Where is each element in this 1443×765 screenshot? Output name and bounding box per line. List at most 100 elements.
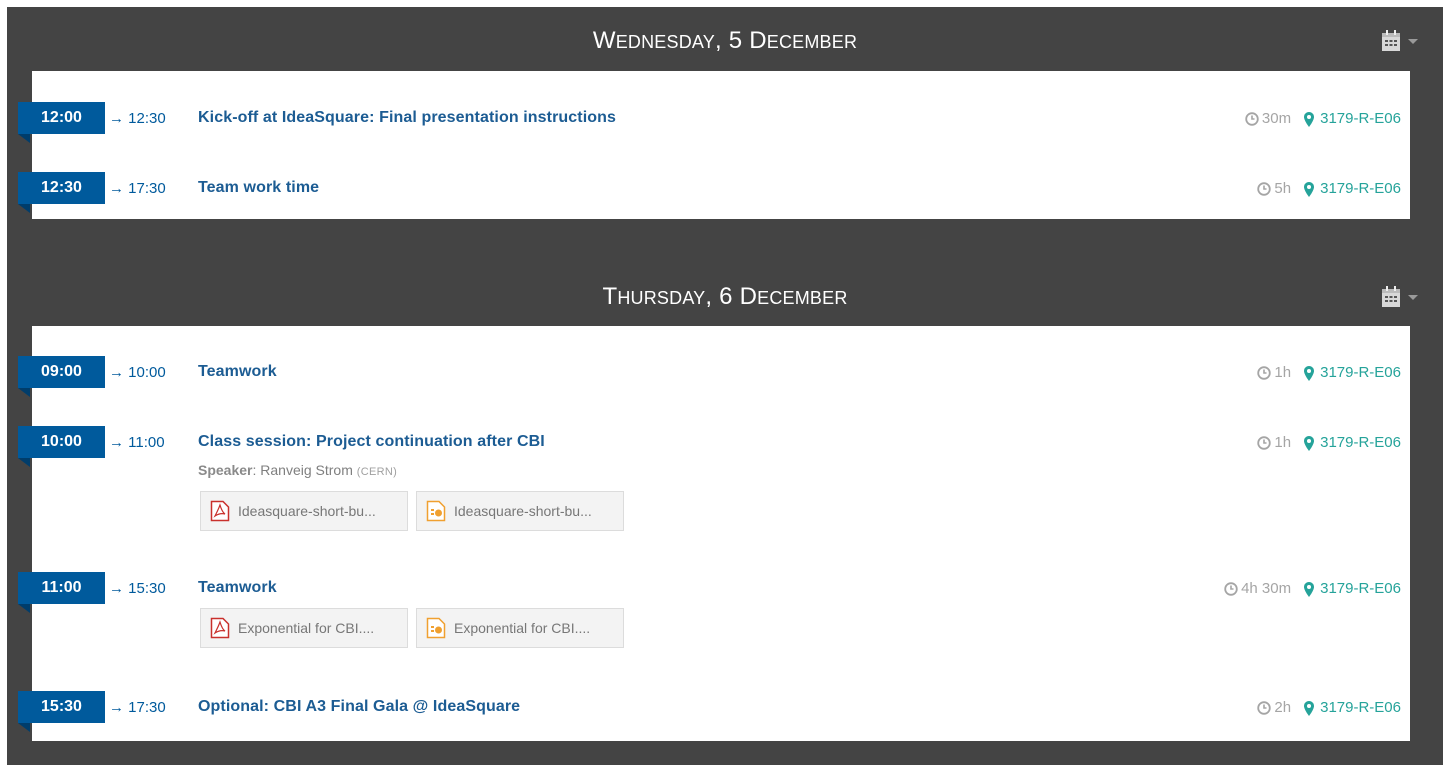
clock-icon [1245, 112, 1259, 126]
attachment-slides[interactable]: Exponential for CBI.... [416, 608, 624, 648]
export-calendar-button[interactable] [1381, 283, 1429, 311]
duration-text: 30m [1261, 110, 1292, 127]
day-header-thursday: THURSDAY, 6 DECEMBER [7, 263, 1443, 327]
export-calendar-button[interactable] [1381, 27, 1429, 55]
attachment-name: Exponential for CBI.... [238, 620, 375, 636]
attachment-list: Exponential for CBI.... Exponential for … [200, 608, 624, 648]
end-time: → 17:30 [109, 699, 166, 716]
entry-title-link[interactable]: Teamwork [198, 578, 277, 598]
location-text: 3179-R-E06 [1320, 580, 1401, 597]
start-time-flag: 11:00 [18, 572, 105, 613]
day-number: 5 [728, 27, 743, 54]
attachment-slides[interactable]: Ideasquare-short-bu... [416, 491, 624, 531]
duration-text: 4h 30m [1241, 580, 1292, 597]
location-text: 3179-R-E06 [1320, 434, 1401, 451]
attachment-pdf[interactable]: Exponential for CBI.... [200, 608, 408, 648]
timetable-entry: 09:00 → 10:00 Teamwork 1h 3179-R-E06 [18, 356, 1410, 406]
month-rest: ECEMBER [766, 32, 858, 52]
entry-title-link[interactable]: Team work time [198, 178, 319, 198]
entry-title-link[interactable]: Kick-off at IdeaSquare: Final presentati… [198, 108, 616, 128]
location-link[interactable]: 3179-R-E06 [1304, 109, 1401, 129]
day-number: 6 [719, 283, 733, 310]
timetable-entry: 12:30 → 17:30 Team work time 5h 3179-R-E… [18, 172, 1410, 222]
entry-meta: 5h 3179-R-E06 [1257, 179, 1401, 199]
duration: 30m [1245, 109, 1291, 129]
location-text: 3179-R-E06 [1320, 110, 1401, 127]
end-time: → 12:30 [109, 110, 166, 127]
end-time: → 11:00 [109, 434, 165, 451]
map-marker-icon [1304, 581, 1315, 597]
day-title: THURSDAY, 6 DECEMBER [602, 283, 848, 310]
attachment-name: Ideasquare-short-bu... [238, 503, 376, 519]
pdf-file-icon [210, 617, 230, 639]
speaker-line: Speaker: Ranveig Strom (CERN) [198, 461, 397, 481]
entry-meta: 2h 3179-R-E06 [1257, 698, 1401, 718]
duration: 5h [1257, 179, 1291, 199]
location-link[interactable]: 3179-R-E06 [1304, 433, 1401, 453]
map-marker-icon [1304, 111, 1315, 127]
day-header-wednesday: WEDNESDAY, 5 DECEMBER [7, 7, 1443, 71]
end-time: → 15:30 [109, 580, 166, 597]
month-initial: D [749, 27, 767, 54]
duration-text: 1h [1274, 434, 1292, 451]
start-time-flag: 12:00 [18, 102, 105, 143]
day-title-initial: W [592, 27, 616, 54]
duration: 4h 30m [1224, 579, 1291, 599]
day-title-rest: EDNESDAY [615, 32, 715, 52]
entry-title-link[interactable]: Optional: CBI A3 Final Gala @ IdeaSquare [198, 697, 520, 717]
duration-text: 2h [1274, 699, 1292, 716]
map-marker-icon [1304, 181, 1315, 197]
speaker-label: Speaker [198, 462, 253, 478]
speaker-affiliation: (CERN) [356, 466, 398, 478]
end-time: → 10:00 [109, 364, 166, 381]
start-time-flag: 12:30 [18, 172, 105, 213]
timetable-entry: 12:00 → 12:30 Kick-off at IdeaSquare: Fi… [18, 102, 1410, 152]
clock-icon [1257, 701, 1272, 715]
day-body-thursday: 09:00 → 10:00 Teamwork 1h 3179-R-E06 10:… [18, 326, 1410, 741]
entry-meta: 30m 3179-R-E06 [1245, 109, 1401, 129]
entry-title-link[interactable]: Teamwork [198, 362, 277, 382]
calendar-icon [1382, 286, 1400, 307]
entry-meta: 4h 30m 3179-R-E06 [1224, 579, 1401, 599]
start-time-flag: 09:00 [18, 356, 105, 397]
timetable-entry: 10:00 → 11:00 Class session: Project con… [18, 426, 1410, 546]
attachment-name: Ideasquare-short-bu... [454, 503, 592, 519]
entry-meta: 1h 3179-R-E06 [1257, 363, 1401, 383]
day-body-wednesday: 12:00 → 12:30 Kick-off at IdeaSquare: Fi… [18, 71, 1410, 222]
attachment-name: Exponential for CBI.... [454, 620, 591, 636]
clock-icon [1257, 436, 1272, 450]
attachment-list: Ideasquare-short-bu... Ideasquare-short-… [200, 491, 624, 531]
day-title: WEDNESDAY, 5 DECEMBER [592, 27, 858, 54]
clock-icon [1257, 366, 1272, 380]
location-link[interactable]: 3179-R-E06 [1304, 363, 1401, 383]
month-initial: D [739, 283, 758, 310]
entry-title-link[interactable]: Class session: Project continuation afte… [198, 432, 545, 452]
timetable: WEDNESDAY, 5 DECEMBER 12:00 → 12:30 Kick… [7, 7, 1443, 765]
calendar-icon [1382, 30, 1400, 51]
end-time: → 17:30 [109, 180, 166, 197]
clock-icon [1224, 582, 1238, 596]
duration: 1h [1257, 433, 1291, 453]
location-text: 3179-R-E06 [1320, 699, 1401, 716]
chevron-down-icon [1408, 38, 1418, 44]
presentation-file-icon [426, 500, 446, 522]
map-marker-icon [1304, 700, 1315, 716]
map-marker-icon [1304, 365, 1315, 381]
start-time-flag: 10:00 [18, 426, 105, 467]
timetable-entry: 15:30 → 17:30 Optional: CBI A3 Final Gal… [18, 691, 1410, 741]
location-link[interactable]: 3179-R-E06 [1304, 698, 1401, 718]
chevron-down-icon [1408, 294, 1418, 300]
day-title-rest: HURSDAY [617, 288, 706, 308]
presentation-file-icon [426, 617, 446, 639]
month-rest: ECEMBER [757, 288, 848, 308]
attachment-pdf[interactable]: Ideasquare-short-bu... [200, 491, 408, 531]
entry-meta: 1h 3179-R-E06 [1257, 433, 1401, 453]
location-link[interactable]: 3179-R-E06 [1304, 579, 1401, 599]
location-text: 3179-R-E06 [1320, 180, 1401, 197]
day-title-initial: T [602, 283, 618, 310]
location-link[interactable]: 3179-R-E06 [1304, 179, 1401, 199]
speaker-name: : Ranveig Strom [252, 462, 353, 478]
start-time-flag: 15:30 [18, 691, 105, 732]
map-marker-icon [1304, 435, 1315, 451]
location-text: 3179-R-E06 [1320, 364, 1401, 381]
